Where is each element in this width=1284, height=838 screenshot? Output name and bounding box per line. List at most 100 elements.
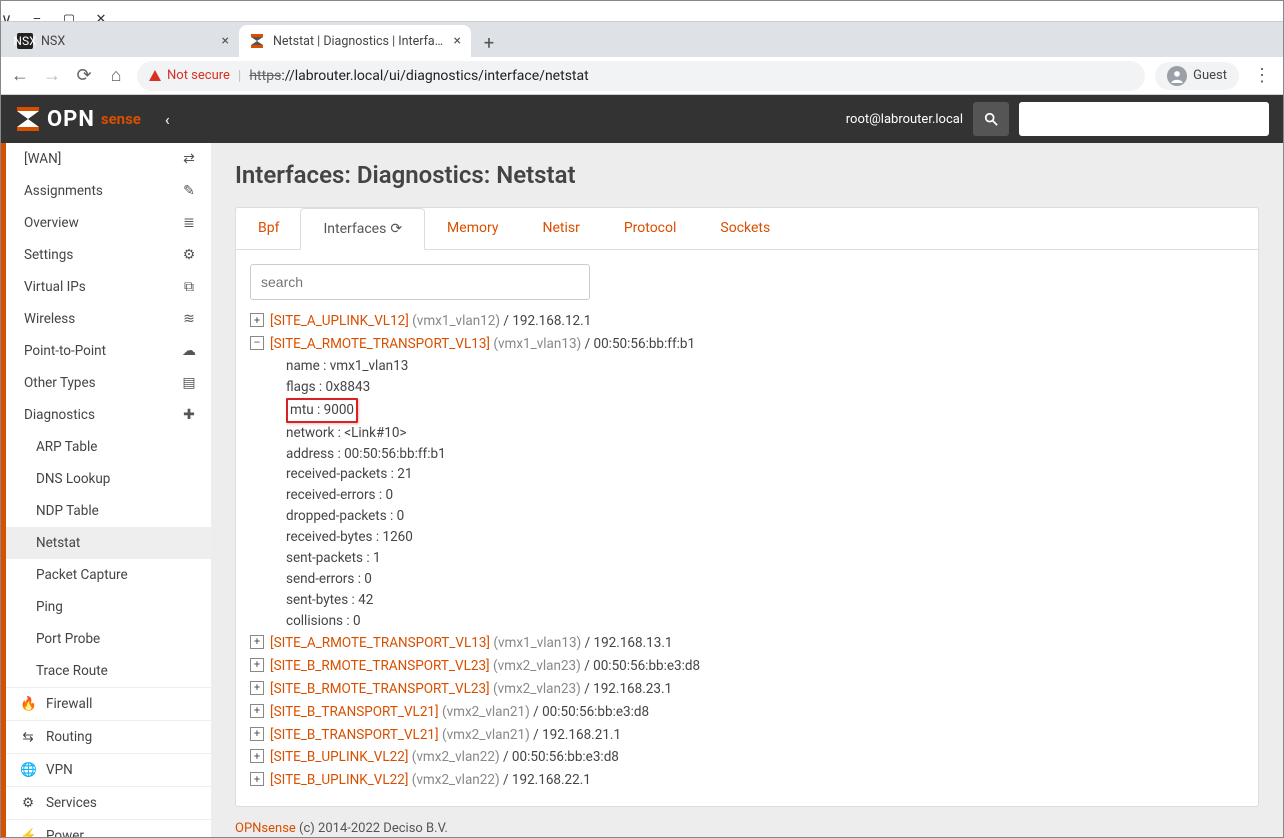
browser-menu-button[interactable]: ⋮	[1249, 65, 1275, 86]
sidebar-section[interactable]: ⚡Power	[6, 819, 211, 837]
sidebar-subitem[interactable]: DNS Lookup	[6, 463, 211, 495]
warning-triangle-icon	[149, 70, 161, 81]
sidebar-item[interactable]: Point-to-Point☁	[6, 335, 211, 367]
tree-node[interactable]: +[SITE_B_UPLINK_VL22] (vmx2_vlan22) / 00…	[250, 746, 1244, 769]
reload-button[interactable]: ⟳	[73, 65, 95, 86]
tree-toggle-icon[interactable]: +	[250, 681, 264, 695]
section-icon: ⇆	[20, 729, 36, 745]
tree-node[interactable]: +[SITE_B_RMOTE_TRANSPORT_VL23] (vmx2_vla…	[250, 655, 1244, 678]
panel-tab[interactable]: Interfaces⟳	[300, 208, 425, 250]
sidebar-subitem[interactable]: Ping	[6, 591, 211, 623]
forward-button: →	[41, 65, 63, 86]
sidebar-subitem[interactable]: Packet Capture	[6, 559, 211, 591]
tree-toggle-icon[interactable]: +	[250, 658, 264, 672]
nav-icon: ≣	[181, 215, 197, 231]
highlighted-value: mtu : 9000	[286, 398, 358, 423]
tree-toggle-icon[interactable]: +	[250, 727, 264, 741]
refresh-icon[interactable]: ⟳	[390, 221, 402, 237]
tree-kv: sent-bytes : 42	[286, 590, 1244, 611]
url-bar[interactable]: Not secure | https://labrouter.local/ui/…	[137, 61, 1145, 91]
sidebar-section[interactable]: ⚙Services	[6, 786, 211, 819]
tree-node[interactable]: +[SITE_B_TRANSPORT_VL21] (vmx2_vlan21) /…	[250, 701, 1244, 724]
nav-icon: ▤	[181, 375, 197, 391]
sidebar-item[interactable]: Overview≣	[6, 207, 211, 239]
netstat-panel: BpfInterfaces⟳MemoryNetisrProtocolSocket…	[235, 207, 1259, 807]
user-label[interactable]: root@labrouter.local	[846, 112, 963, 127]
tree-kv: send-errors : 0	[286, 569, 1244, 590]
sidebar-collapse-button[interactable]: ‹	[165, 110, 170, 129]
nav-icon: ✚	[181, 407, 197, 423]
panel-tab[interactable]: Netisr	[520, 208, 601, 249]
close-icon[interactable]: ×	[222, 33, 229, 49]
sidebar-item[interactable]: Settings⚙	[6, 239, 211, 271]
tree-kv: received-packets : 21	[286, 464, 1244, 485]
browser-tab-strip: NSX NSX × Netstat | Diagnostics | Interf…	[1, 21, 1283, 57]
tree-toggle-icon[interactable]: –	[250, 336, 264, 350]
new-tab-button[interactable]: +	[475, 29, 503, 57]
tree-node[interactable]: +[SITE_A_UPLINK_VL12] (vmx1_vlan12) / 19…	[250, 310, 1244, 333]
tree-node[interactable]: +[SITE_A_RMOTE_TRANSPORT_VL13] (vmx1_vla…	[250, 632, 1244, 655]
tree-toggle-icon[interactable]: +	[250, 704, 264, 718]
page-title: Interfaces: Diagnostics: Netstat	[235, 161, 1259, 189]
sidebar-item[interactable]: Virtual IPs⧉	[6, 271, 211, 303]
panel-tabs: BpfInterfaces⟳MemoryNetisrProtocolSocket…	[236, 208, 1258, 250]
sidebar-subitem[interactable]: NDP Table	[6, 495, 211, 527]
tree-toggle-icon[interactable]: +	[250, 635, 264, 649]
tree-kv: mtu : 9000	[286, 398, 1244, 423]
tree-node[interactable]: +[SITE_B_UPLINK_VL22] (vmx2_vlan22) / 19…	[250, 769, 1244, 792]
footer-brand-link[interactable]: OPNsense	[235, 821, 296, 836]
sidebar: [WAN]⇄Assignments✎Overview≣Settings⚙Virt…	[1, 143, 211, 837]
browser-toolbar: ← → ⟳ ⌂ Not secure | https://labrouter.l…	[1, 57, 1283, 95]
section-icon: 🌐	[20, 762, 36, 778]
panel-tab[interactable]: Bpf	[236, 208, 301, 249]
section-icon: 🔥	[20, 696, 36, 712]
sidebar-subitem[interactable]: ARP Table	[6, 431, 211, 463]
sidebar-section[interactable]: ⇆Routing	[6, 720, 211, 753]
sidebar-section[interactable]: 🌐VPN	[6, 753, 211, 786]
tree-node[interactable]: +[SITE_B_RMOTE_TRANSPORT_VL23] (vmx2_vla…	[250, 678, 1244, 701]
url-text: https://labrouter.local/ui/diagnostics/i…	[249, 68, 588, 84]
close-icon[interactable]: ×	[454, 33, 461, 49]
tree-node[interactable]: +[SITE_B_TRANSPORT_VL21] (vmx2_vlan21) /…	[250, 724, 1244, 747]
tree-search-input[interactable]	[250, 264, 590, 300]
tree-toggle-icon[interactable]: +	[250, 749, 264, 763]
sidebar-section[interactable]: 🔥Firewall	[6, 687, 211, 720]
tree-toggle-icon[interactable]: +	[250, 313, 264, 327]
tree-kv: received-bytes : 1260	[286, 527, 1244, 548]
tree-toggle-icon[interactable]: +	[250, 772, 264, 786]
nav-icon: ⇄	[181, 151, 197, 167]
panel-tab[interactable]: Sockets	[698, 208, 792, 249]
sidebar-subitem[interactable]: Netstat	[6, 527, 211, 559]
panel-tab[interactable]: Protocol	[602, 208, 699, 249]
sidebar-item[interactable]: Diagnostics✚	[6, 399, 211, 431]
sidebar-item[interactable]: [WAN]⇄	[6, 143, 211, 175]
guest-profile-button[interactable]: Guest	[1155, 62, 1239, 90]
browser-tab-netstat[interactable]: Netstat | Diagnostics | Interfaces ×	[239, 25, 471, 57]
tree-kv: dropped-packets : 0	[286, 506, 1244, 527]
tree-kv: name : vmx1_vlan13	[286, 356, 1244, 377]
sidebar-subitem[interactable]: Trace Route	[6, 655, 211, 687]
footer: OPNsense (c) 2014-2022 Deciso B.V.	[235, 807, 1259, 836]
panel-tab[interactable]: Memory	[425, 208, 520, 249]
back-button[interactable]: ←	[9, 65, 31, 86]
sidebar-item[interactable]: Assignments✎	[6, 175, 211, 207]
search-button[interactable]	[973, 102, 1009, 136]
sidebar-item[interactable]: Other Types▤	[6, 367, 211, 399]
favicon-opnsense	[249, 33, 265, 49]
opnsense-logo[interactable]: OPNsense	[15, 106, 141, 132]
search-input[interactable]	[1019, 102, 1269, 136]
home-button[interactable]: ⌂	[105, 65, 127, 86]
sidebar-subitem[interactable]: Port Probe	[6, 623, 211, 655]
nav-icon: ⚙	[181, 247, 197, 263]
app-header: OPNsense ‹ root@labrouter.local	[1, 95, 1283, 143]
avatar-icon	[1167, 66, 1187, 86]
tree-node[interactable]: –[SITE_A_RMOTE_TRANSPORT_VL13] (vmx1_vla…	[250, 333, 1244, 356]
nav-icon: ⧉	[181, 279, 197, 295]
browser-tab-nsx[interactable]: NSX NSX ×	[7, 25, 239, 57]
tab-title: Netstat | Diagnostics | Interfaces	[273, 34, 446, 49]
tree-kv: received-errors : 0	[286, 485, 1244, 506]
not-secure-warning[interactable]: Not secure	[149, 68, 230, 83]
tree-kv: network : <Link#10>	[286, 423, 1244, 444]
section-icon: ⚡	[20, 828, 36, 837]
sidebar-item[interactable]: Wireless≋	[6, 303, 211, 335]
